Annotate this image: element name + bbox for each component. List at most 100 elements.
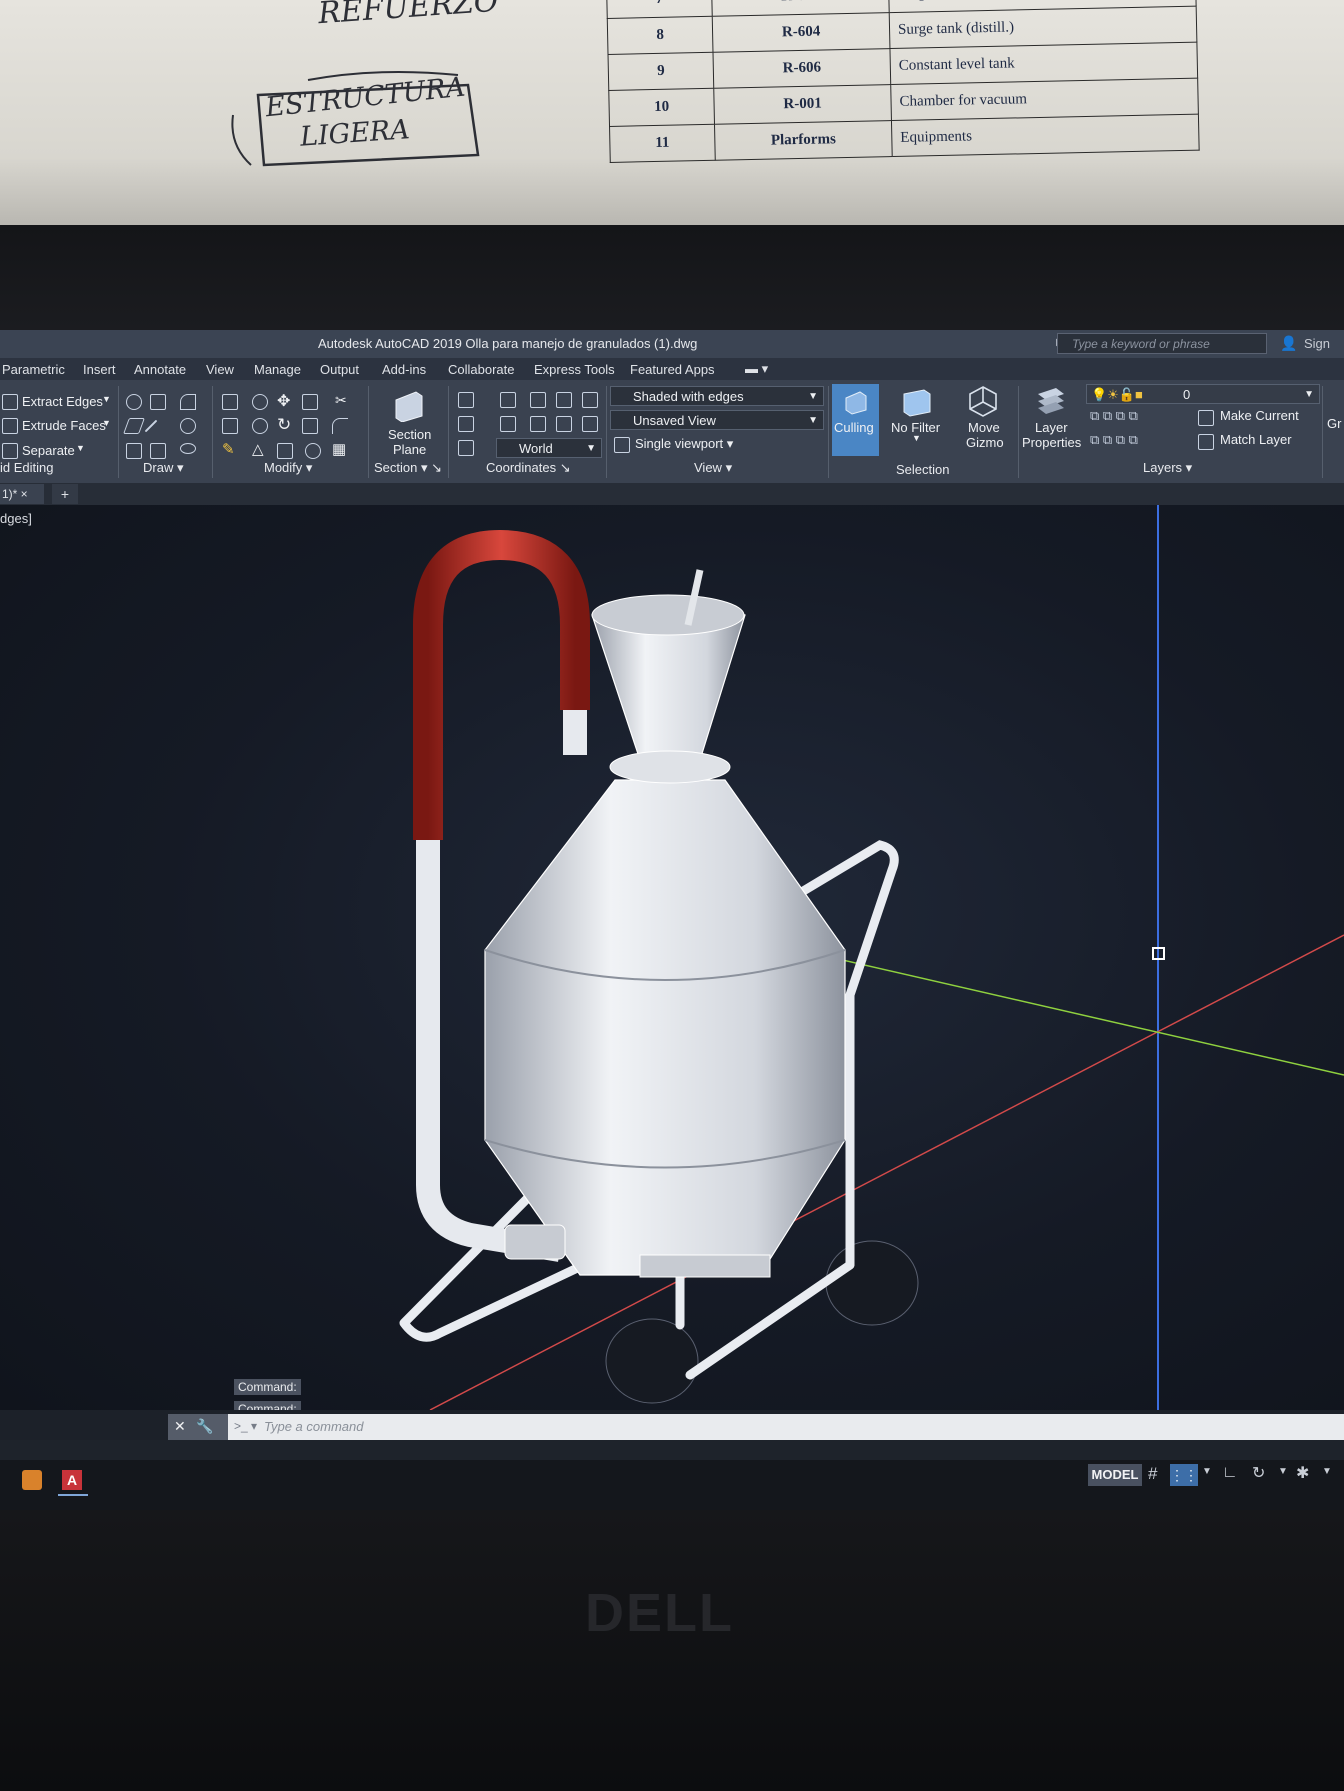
line-icon[interactable]: [144, 419, 158, 433]
ucs-object-icon[interactable]: [582, 416, 598, 432]
ucs-named-icon[interactable]: [458, 416, 474, 432]
search-input[interactable]: Type a keyword or phrase: [1057, 333, 1267, 354]
arc-icon[interactable]: [180, 394, 196, 410]
file-tab[interactable]: 1)* ×: [0, 484, 44, 504]
extrude-faces-button[interactable]: Extrude Faces: [22, 418, 106, 433]
camera-icon[interactable]: ▬ ▾: [745, 361, 768, 377]
snap-icon[interactable]: ⋮⋮: [1170, 1464, 1198, 1486]
ucs-x-icon[interactable]: [500, 416, 516, 432]
user-icon[interactable]: 👤: [1280, 335, 1298, 353]
panel-title-solid-editing[interactable]: id Editing: [0, 460, 53, 475]
chevron-down-icon[interactable]: ▼: [1278, 1466, 1288, 1477]
section-plane-label[interactable]: Section: [388, 427, 431, 442]
ucs-settings-icon[interactable]: [458, 440, 474, 456]
panel-title-coordinates[interactable]: Coordinates ↘: [486, 460, 571, 476]
layer-properties-label-2[interactable]: Properties: [1022, 435, 1081, 450]
chevron-down-icon[interactable]: ▼: [1322, 1466, 1332, 1477]
tab-insert[interactable]: Insert: [83, 362, 116, 377]
make-current-button[interactable]: Make Current: [1220, 408, 1299, 423]
model-space-button[interactable]: MODEL: [1088, 1464, 1142, 1486]
prompt-icon[interactable]: >_ ▾: [234, 1419, 257, 1433]
drawing-viewport[interactable]: dges] Command: Command:: [0, 505, 1344, 1410]
autocad-icon[interactable]: A: [62, 1470, 82, 1490]
panel-title-section[interactable]: Section ▾ ↘: [374, 460, 442, 476]
section-plane-icon[interactable]: [392, 388, 426, 422]
new-tab-button[interactable]: +: [52, 484, 78, 504]
section-plane-label-2[interactable]: Plane: [393, 442, 426, 457]
panel-title-draw[interactable]: Draw ▾: [143, 460, 183, 476]
polygon-icon[interactable]: [126, 443, 142, 459]
tab-parametric[interactable]: Parametric: [2, 362, 65, 377]
gizmo-icon[interactable]: [966, 384, 1000, 418]
tab-collaborate[interactable]: Collaborate: [448, 362, 515, 377]
chevron-down-icon[interactable]: ▼: [912, 433, 921, 443]
subtract-icon[interactable]: [222, 418, 238, 434]
intersect-icon[interactable]: [252, 418, 268, 434]
circle-icon[interactable]: [180, 418, 196, 434]
tab-view[interactable]: View: [206, 362, 234, 377]
warning-icon[interactable]: △: [252, 440, 264, 458]
move-gizmo-label-2[interactable]: Gizmo: [966, 435, 1004, 450]
panel-title-layers[interactable]: Layers ▾: [1143, 460, 1192, 476]
polyline-icon[interactable]: [126, 394, 142, 410]
culling-button[interactable]: Culling: [832, 384, 879, 456]
tab-express-tools[interactable]: Express Tools: [534, 362, 615, 377]
groups-panel-label[interactable]: Gr: [1327, 416, 1341, 431]
ortho-icon[interactable]: ∟: [1222, 1464, 1238, 1482]
array-icon[interactable]: ▦: [332, 440, 346, 458]
ucs-y-icon[interactable]: [530, 416, 546, 432]
rectangle-icon[interactable]: [150, 443, 166, 459]
chevron-down-icon[interactable]: ▼: [1202, 1466, 1212, 1477]
no-filter-icon[interactable]: [900, 386, 934, 418]
layer-properties-label[interactable]: Layer: [1035, 420, 1068, 435]
isodraft-icon[interactable]: ✱: [1296, 1463, 1309, 1483]
layer-properties-icon[interactable]: [1034, 384, 1068, 418]
fillet-icon[interactable]: [332, 418, 348, 434]
tab-annotate[interactable]: Annotate: [134, 362, 186, 377]
tab-output[interactable]: Output: [320, 362, 359, 377]
extract-edges-button[interactable]: Extract Edges: [22, 394, 103, 409]
copy-icon[interactable]: [302, 394, 318, 410]
spline-icon[interactable]: [123, 418, 145, 434]
helix-icon[interactable]: [150, 394, 166, 410]
layer-tools-icons-2[interactable]: ⧉ ⧉ ⧉ ⧉: [1090, 432, 1138, 448]
polar-icon[interactable]: ↻: [1252, 1463, 1265, 1483]
grid-icon[interactable]: #: [1148, 1464, 1157, 1484]
ucs-z-icon[interactable]: [556, 392, 572, 408]
named-view-dropdown[interactable]: Unsaved View ▼: [610, 410, 824, 430]
separate-button[interactable]: Separate: [22, 443, 75, 458]
sphere-icon[interactable]: [252, 394, 268, 410]
stretch-icon[interactable]: [277, 443, 293, 459]
layer-dropdown[interactable]: 💡☀🔓■ 0 ▼: [1086, 384, 1320, 404]
panel-title-view[interactable]: View ▾: [694, 460, 732, 476]
tab-featured-apps[interactable]: Featured Apps: [630, 362, 715, 377]
chevron-down-icon[interactable]: ▼: [102, 394, 111, 404]
viewport-config-button[interactable]: Single viewport ▾: [635, 436, 733, 452]
ucs-view-icon[interactable]: [556, 416, 572, 432]
trim-icon[interactable]: ✂: [335, 392, 347, 409]
ucs-icon[interactable]: [458, 392, 474, 408]
command-input[interactable]: Type a command: [264, 1419, 363, 1434]
scale-icon[interactable]: [302, 418, 318, 434]
close-icon[interactable]: ✕: [174, 1418, 186, 1435]
move-gizmo-label[interactable]: Move: [968, 420, 1000, 435]
ucs-world-dropdown[interactable]: World ▼: [496, 438, 602, 458]
tab-manage[interactable]: Manage: [254, 362, 301, 377]
rotate-icon[interactable]: ↻: [277, 415, 291, 435]
visual-style-dropdown[interactable]: Shaded with edges ▼: [610, 386, 824, 406]
wrench-icon[interactable]: 🔧: [196, 1418, 213, 1435]
ucs-origin-icon[interactable]: [530, 392, 546, 408]
pencil-icon[interactable]: ✎: [222, 440, 235, 458]
tab-add-ins[interactable]: Add-ins: [382, 362, 426, 377]
panel-title-selection[interactable]: Selection: [896, 462, 949, 477]
panel-title-modify[interactable]: Modify ▾: [264, 460, 312, 476]
sign-in-link[interactable]: Sign: [1304, 336, 1330, 351]
chevron-down-icon[interactable]: ▼: [76, 443, 85, 453]
union-icon[interactable]: [222, 394, 238, 410]
layer-tools-icons[interactable]: ⧉ ⧉ ⧉ ⧉: [1090, 408, 1138, 424]
match-layer-button[interactable]: Match Layer: [1220, 432, 1292, 447]
app-icon[interactable]: [22, 1470, 42, 1490]
ellipse-icon[interactable]: [180, 443, 196, 454]
ucs-world-icon[interactable]: [500, 392, 516, 408]
ucs-3point-icon[interactable]: [582, 392, 598, 408]
